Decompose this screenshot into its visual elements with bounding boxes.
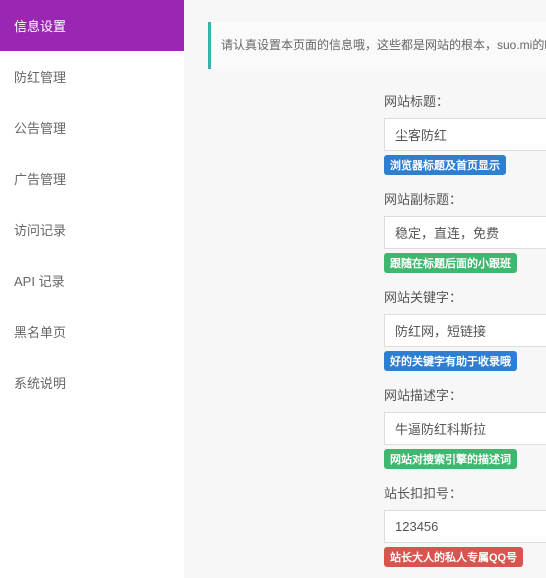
- label-subtitle: 网站副标题：: [384, 189, 546, 208]
- sidebar-item-anti-red[interactable]: 防红管理: [0, 51, 184, 102]
- sidebar-item-api-log[interactable]: API 记录: [0, 255, 184, 306]
- hint-qq: 站长大人的私人专属QQ号: [384, 547, 523, 567]
- sidebar-item-info-settings[interactable]: 信息设置: [0, 0, 184, 51]
- notice-banner: 请认真设置本页面的信息哦，这些都是网站的根本，suo.mi的key直接去: [208, 22, 546, 69]
- sidebar-item-visit-log[interactable]: 访问记录: [0, 204, 184, 255]
- hint-keywords: 好的关键字有助于收录哦: [384, 351, 517, 371]
- input-keywords[interactable]: [384, 314, 546, 347]
- field-qq: 站长扣扣号： 站长大人的私人专属QQ号: [384, 483, 546, 567]
- field-site-title: 网站标题： 浏览器标题及首页显示: [384, 91, 546, 175]
- settings-form: 网站标题： 浏览器标题及首页显示 网站副标题： 跟随在标题后面的小跟班 网站关键…: [184, 91, 546, 578]
- input-subtitle[interactable]: [384, 216, 546, 249]
- field-subtitle: 网站副标题： 跟随在标题后面的小跟班: [384, 189, 546, 273]
- label-keywords: 网站关键字：: [384, 287, 546, 306]
- label-description: 网站描述字：: [384, 385, 546, 404]
- hint-subtitle: 跟随在标题后面的小跟班: [384, 253, 517, 273]
- sidebar-item-blacklist[interactable]: 黑名单页: [0, 306, 184, 357]
- input-site-title[interactable]: [384, 118, 546, 151]
- hint-description: 网站对搜索引擎的描述词: [384, 449, 517, 469]
- field-keywords: 网站关键字： 好的关键字有助于收录哦: [384, 287, 546, 371]
- label-site-title: 网站标题：: [384, 91, 546, 110]
- sidebar-item-announcement[interactable]: 公告管理: [0, 102, 184, 153]
- label-qq: 站长扣扣号：: [384, 483, 546, 502]
- input-description[interactable]: [384, 412, 546, 445]
- sidebar: 信息设置 防红管理 公告管理 广告管理 访问记录 API 记录 黑名单页 系统说…: [0, 0, 184, 578]
- field-description: 网站描述字： 网站对搜索引擎的描述词: [384, 385, 546, 469]
- input-qq[interactable]: [384, 510, 546, 543]
- sidebar-item-system-info[interactable]: 系统说明: [0, 357, 184, 408]
- hint-site-title: 浏览器标题及首页显示: [384, 155, 506, 175]
- sidebar-item-ads[interactable]: 广告管理: [0, 153, 184, 204]
- main-panel: 请认真设置本页面的信息哦，这些都是网站的根本，suo.mi的key直接去 网站标…: [184, 0, 546, 578]
